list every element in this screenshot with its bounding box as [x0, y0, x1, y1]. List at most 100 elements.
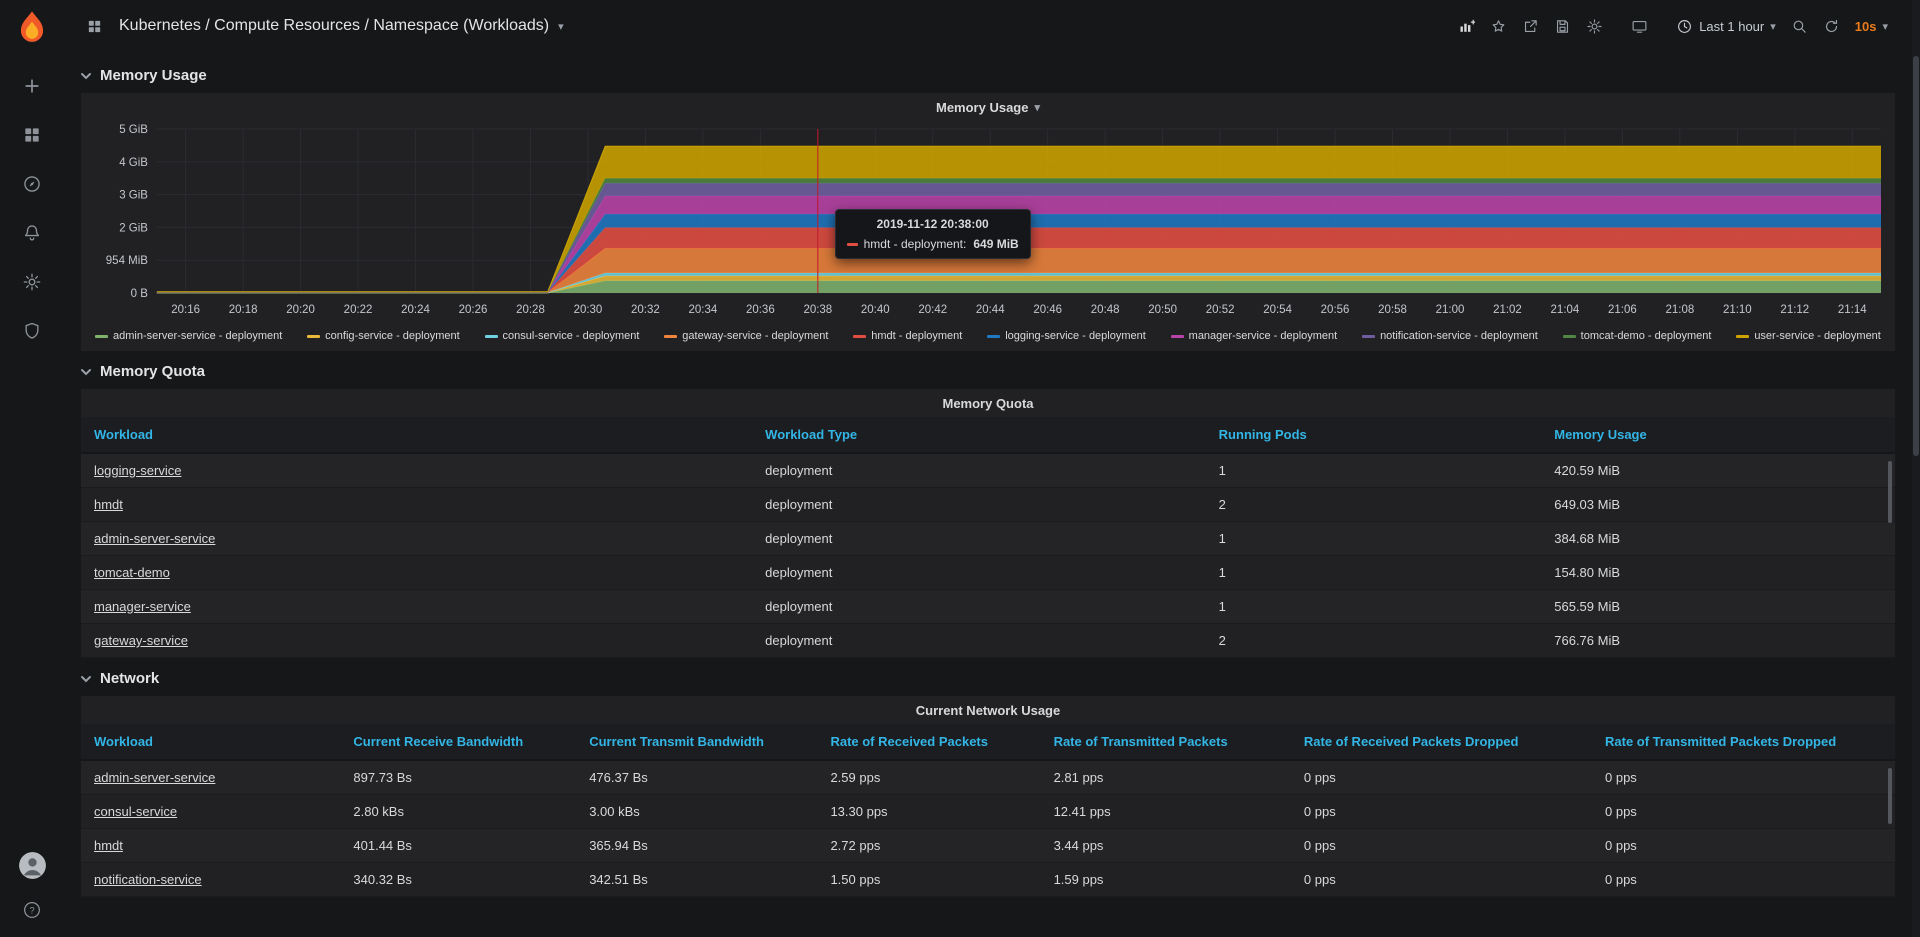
column-header-link[interactable]: Rate of Transmitted Packets Dropped [1592, 724, 1895, 760]
dashboards-icon[interactable] [21, 124, 43, 146]
svg-text:20:56: 20:56 [1321, 304, 1350, 316]
legend-item[interactable]: config-service - deployment [307, 330, 460, 342]
legend-item[interactable]: manager-service - deployment [1171, 330, 1338, 342]
section-header-network[interactable]: Network [80, 662, 1896, 695]
chevron-down-icon: ▾ [558, 20, 564, 33]
table-cell: 340.32 Bs [340, 863, 576, 897]
settings-button[interactable] [1580, 11, 1609, 41]
dashboard-title[interactable]: Kubernetes / Compute Resources / Namespa… [119, 17, 564, 35]
legend-label: config-service - deployment [325, 330, 460, 342]
legend-label: consul-service - deployment [503, 330, 640, 342]
workload-link[interactable]: gateway-service [94, 633, 188, 648]
refresh-interval-button[interactable]: 10s ▾ [1849, 11, 1894, 41]
legend-item[interactable]: admin-server-service - deployment [95, 330, 282, 342]
star-button[interactable] [1484, 11, 1513, 41]
svg-text:20:52: 20:52 [1206, 304, 1235, 316]
memory-quota-panel: Memory Quota WorkloadWorkload TypeRunnin… [80, 388, 1896, 659]
table-cell: 1.50 pps [817, 863, 1040, 897]
workload-link[interactable]: admin-server-service [94, 531, 215, 546]
svg-text:20:30: 20:30 [574, 304, 603, 316]
table-cell: 13.30 pps [817, 795, 1040, 829]
table-cell: 0 pps [1592, 863, 1895, 897]
table-cell: 365.94 Bs [576, 829, 817, 863]
apps-grid-icon[interactable] [80, 11, 109, 41]
configuration-gear-icon[interactable] [21, 271, 43, 293]
section-title: Network [100, 670, 159, 687]
svg-text:20:32: 20:32 [631, 304, 660, 316]
legend-label: notification-service - deployment [1380, 330, 1538, 342]
legend-swatch [307, 335, 320, 338]
column-header-link[interactable]: Memory Usage [1541, 417, 1895, 453]
grafana-logo[interactable] [13, 9, 51, 47]
legend-item[interactable]: hmdt - deployment [853, 330, 962, 342]
tooltip-series-label: hmdt - deployment: [864, 237, 967, 251]
tv-mode-button[interactable] [1625, 11, 1654, 41]
legend-item[interactable]: notification-service - deployment [1362, 330, 1538, 342]
svg-text:20:54: 20:54 [1263, 304, 1292, 316]
share-button[interactable] [1516, 11, 1545, 41]
legend-item[interactable]: tomcat-demo - deployment [1563, 330, 1712, 342]
legend-swatch [1563, 335, 1576, 338]
table-cell: 0 pps [1291, 863, 1592, 897]
workload-link[interactable]: hmdt [94, 838, 123, 853]
zoom-out-button[interactable] [1785, 11, 1814, 41]
dashboard-content: Memory Usage Memory Usage ▾ 0 B954 MiB2 … [64, 52, 1920, 898]
memory-usage-graph[interactable]: 0 B954 MiB2 GiB3 GiB4 GiB5 GiB20:1620:18… [81, 121, 1895, 327]
save-button[interactable] [1548, 11, 1577, 41]
column-header-link[interactable]: Workload [81, 724, 340, 760]
table-cell: 2.80 kBs [340, 795, 576, 829]
table-row: consul-service2.80 kBs3.00 kBs13.30 pps1… [81, 795, 1895, 829]
column-header-link[interactable]: Rate of Received Packets Dropped [1291, 724, 1592, 760]
column-header-link[interactable]: Rate of Transmitted Packets [1041, 724, 1291, 760]
workload-link[interactable]: tomcat-demo [94, 565, 170, 580]
table-cell: 0 pps [1291, 795, 1592, 829]
create-plus-icon[interactable] [21, 75, 43, 97]
svg-text:20:42: 20:42 [918, 304, 947, 316]
memory-quota-panel-title[interactable]: Memory Quota [81, 389, 1895, 417]
app: ? Kubernetes / Compute Resources / Names… [0, 0, 1920, 937]
table-cell: deployment [752, 453, 1206, 488]
table-cell: 1.59 pps [1041, 863, 1291, 897]
workload-link[interactable]: manager-service [94, 599, 191, 614]
legend-item[interactable]: consul-service - deployment [485, 330, 640, 342]
time-range-button[interactable]: Last 1 hour ▾ [1670, 11, 1782, 41]
graph-tooltip: 2019-11-12 20:38:00 hmdt - deployment:64… [835, 209, 1031, 259]
table-scrollbar-thumb[interactable] [1888, 768, 1892, 824]
user-avatar[interactable] [19, 852, 46, 879]
network-usage-panel: Current Network Usage WorkloadCurrent Re… [80, 695, 1896, 898]
table-row: notification-service340.32 Bs342.51 Bs1.… [81, 863, 1895, 897]
help-icon[interactable]: ? [21, 899, 43, 921]
workload-link[interactable]: consul-service [94, 804, 177, 819]
table-cell: deployment [752, 624, 1206, 658]
column-header-link[interactable]: Current Receive Bandwidth [340, 724, 576, 760]
alerting-bell-icon[interactable] [21, 222, 43, 244]
legend-item[interactable]: logging-service - deployment [987, 330, 1146, 342]
workload-link[interactable]: notification-service [94, 872, 202, 887]
memory-quota-table: WorkloadWorkload TypeRunning PodsMemory … [81, 417, 1895, 658]
add-panel-button[interactable] [1452, 11, 1481, 41]
workload-link[interactable]: admin-server-service [94, 770, 215, 785]
section-header-memory-quota[interactable]: Memory Quota [80, 355, 1896, 388]
table-cell: 0 pps [1592, 795, 1895, 829]
page-scrollbar-thumb[interactable] [1913, 56, 1919, 456]
memory-usage-panel-title[interactable]: Memory Usage ▾ [81, 93, 1895, 121]
server-admin-shield-icon[interactable] [21, 320, 43, 342]
legend-label: hmdt - deployment [871, 330, 962, 342]
refresh-button[interactable] [1817, 11, 1846, 41]
legend-item[interactable]: gateway-service - deployment [664, 330, 828, 342]
column-header-link[interactable]: Workload Type [752, 417, 1206, 453]
column-header-link[interactable]: Current Transmit Bandwidth [576, 724, 817, 760]
network-usage-panel-title[interactable]: Current Network Usage [81, 696, 1895, 724]
column-header-link[interactable]: Workload [81, 417, 752, 453]
workload-link[interactable]: logging-service [94, 463, 181, 478]
column-header-link[interactable]: Running Pods [1206, 417, 1542, 453]
table-cell: 0 pps [1592, 760, 1895, 795]
column-header-link[interactable]: Rate of Received Packets [817, 724, 1040, 760]
explore-compass-icon[interactable] [21, 173, 43, 195]
svg-text:21:02: 21:02 [1493, 304, 1522, 316]
table-scrollbar-thumb[interactable] [1888, 461, 1892, 523]
legend-item[interactable]: user-service - deployment [1736, 330, 1881, 342]
workload-link[interactable]: hmdt [94, 497, 123, 512]
section-header-memory-usage[interactable]: Memory Usage [80, 59, 1896, 92]
sidebar: ? [0, 0, 64, 937]
